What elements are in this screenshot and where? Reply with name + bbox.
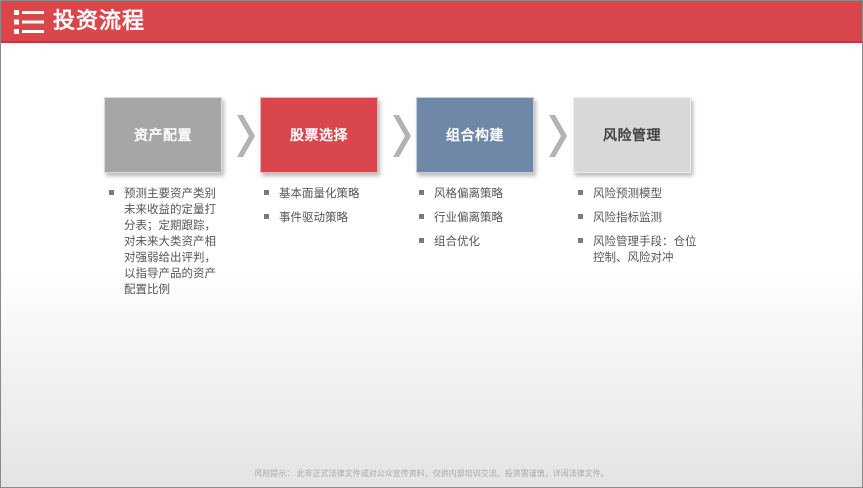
list-item: 事件驱动策略 — [262, 209, 392, 225]
bullet-icon — [419, 238, 424, 243]
bullet-list-portfolio-construction: 风格偏离策略 行业偏离策略 组合优化 — [417, 185, 547, 257]
list-item: 预测主要资产类别未来收益的定量打分表；定期跟踪，对未来大类资产相对强弱给出评判，… — [107, 185, 225, 297]
list-item: 风险指标监测 — [576, 209, 704, 225]
bullet-icon — [109, 190, 114, 195]
page-title: 投资流程 — [53, 9, 146, 34]
bullet-list-risk-management: 风险预测模型 风险指标监测 风险管理手段：仓位控制、风险对冲 — [576, 185, 704, 273]
list-item: 组合优化 — [417, 233, 547, 249]
bullet-icon — [264, 214, 269, 219]
header-bar: 投资流程 — [1, 1, 862, 43]
list-item: 行业偏离策略 — [417, 209, 547, 225]
step-label: 股票选择 — [290, 128, 348, 144]
bullet-icon — [419, 214, 424, 219]
chevron-right-icon — [393, 115, 411, 157]
bullet-icon — [578, 238, 583, 243]
bullet-icon — [578, 214, 583, 219]
risk-disclaimer: 风险提示： 此非正式法律文件或对公众宣传资料，仅供内部培训交流。投资需谨慎，详阅… — [254, 469, 609, 478]
step-label: 风险管理 — [603, 128, 661, 144]
list-item: 风格偏离策略 — [417, 185, 547, 201]
bullet-list-asset-allocation: 预测主要资产类别未来收益的定量打分表；定期跟踪，对未来大类资产相对强弱给出评判，… — [107, 185, 225, 305]
step-label: 组合构建 — [446, 128, 504, 144]
bullet-list-stock-selection: 基本面量化策略 事件驱动策略 — [262, 185, 392, 233]
bullet-icon — [264, 190, 269, 195]
bullet-icon — [578, 190, 583, 195]
chevron-right-icon — [549, 115, 567, 157]
step-box-portfolio-construction: 组合构建 — [416, 97, 534, 173]
list-icon — [14, 10, 44, 34]
chevron-right-icon — [237, 115, 255, 157]
list-item: 风险预测模型 — [576, 185, 704, 201]
step-label: 资产配置 — [134, 128, 192, 144]
step-box-stock-selection: 股票选择 — [260, 97, 378, 173]
step-box-asset-allocation: 资产配置 — [104, 97, 222, 173]
step-box-risk-management: 风险管理 — [573, 97, 691, 173]
bullet-icon — [419, 190, 424, 195]
list-item: 基本面量化策略 — [262, 185, 392, 201]
slide: 投资流程 资产配置 股票选择 组合构建 风险管理 预测主要资产类别未来收益的定量… — [0, 0, 863, 488]
list-item: 风险管理手段：仓位控制、风险对冲 — [576, 233, 704, 265]
